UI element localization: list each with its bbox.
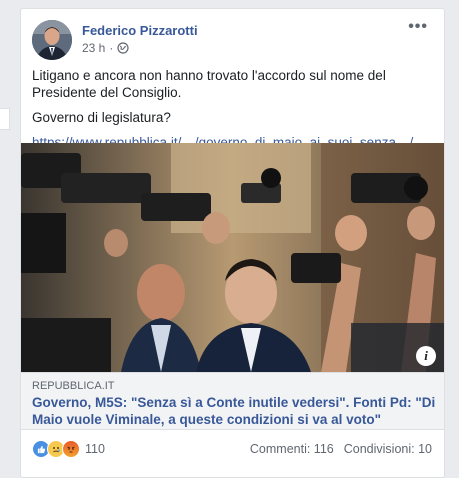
- left-panel-fragment: [0, 108, 10, 130]
- info-icon[interactable]: i: [416, 346, 436, 366]
- comments-count[interactable]: Commenti: 116: [250, 442, 334, 456]
- more-options-icon[interactable]: •••: [408, 18, 428, 36]
- reaction-summary[interactable]: 110: [32, 440, 105, 458]
- post-header: Federico Pizzarotti 23 h · •••: [32, 18, 432, 60]
- angry-icon: [62, 440, 80, 458]
- post-stats: Commenti: 116 Condivisioni: 10: [250, 442, 432, 456]
- shares-count[interactable]: Condivisioni: 10: [344, 442, 432, 456]
- link-preview-image[interactable]: i: [21, 143, 444, 372]
- reaction-count: 110: [85, 442, 105, 456]
- link-domain: REPUBBLICA.IT: [32, 380, 115, 392]
- profile-photo: [32, 20, 72, 60]
- post-text: Litigano e ancora non hanno trovato l'ac…: [32, 67, 432, 151]
- left-feed-edge: [0, 0, 12, 471]
- link-preview-box[interactable]: REPUBBLICA.IT Governo, M5S: "Senza sì a …: [21, 372, 444, 430]
- globe-icon[interactable]: [117, 42, 129, 54]
- author-name[interactable]: Federico Pizzarotti: [82, 23, 198, 38]
- meta-separator: ·: [109, 41, 114, 55]
- link-headline[interactable]: Governo, M5S: "Senza sì a Conte inutile …: [32, 394, 437, 428]
- post-text-line: Governo di legislatura?: [32, 110, 171, 125]
- post-footer: 110 Commenti: 116 Condivisioni: 10: [32, 440, 432, 460]
- post-meta: 23 h ·: [82, 41, 129, 55]
- press-scrum-photo: [21, 143, 444, 372]
- post-time[interactable]: 23 h: [82, 41, 105, 55]
- post-text-line: Litigano e ancora non hanno trovato l'ac…: [32, 68, 386, 100]
- feed-post: Federico Pizzarotti 23 h · ••• Litigano …: [20, 8, 445, 478]
- avatar[interactable]: [32, 20, 72, 60]
